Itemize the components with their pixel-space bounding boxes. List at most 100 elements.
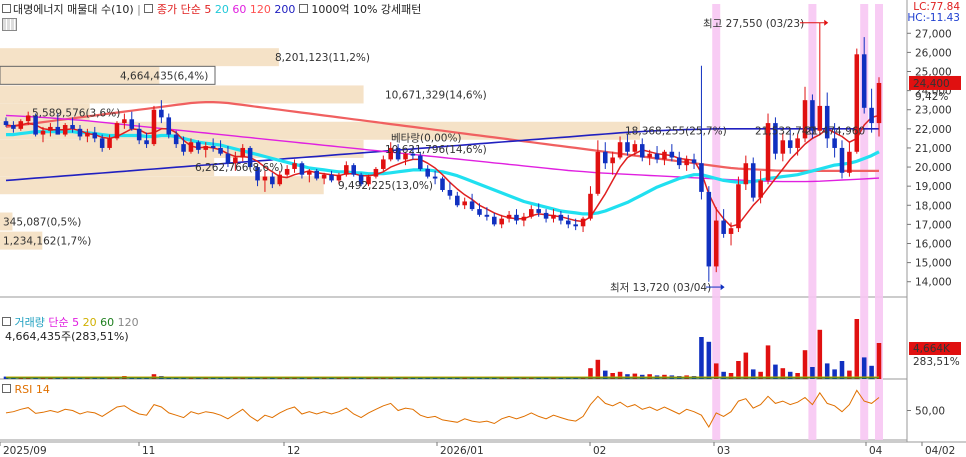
candle-body: [625, 142, 630, 152]
y-tick-label: 22,000: [915, 124, 952, 136]
candle-body: [662, 151, 667, 160]
volume-profile-label: 21,474,960: [805, 126, 865, 138]
ma-period-120: 120: [249, 3, 271, 16]
hc-label: HC:-11.43: [907, 12, 960, 24]
x-tick-label: 12: [287, 445, 300, 457]
x-tick-label: 02: [593, 445, 606, 457]
volume-bar: [839, 361, 845, 379]
candle-body: [218, 147, 223, 154]
candle-body: [210, 146, 216, 148]
y-tick-label: 16,000: [915, 238, 952, 250]
rsi-legend: RSI 14: [2, 383, 50, 396]
candle-body: [166, 117, 172, 135]
candle-body: [684, 159, 689, 166]
candle-body: [536, 209, 541, 213]
y-tick-label: 18,000: [915, 200, 952, 212]
candle-body: [713, 220, 719, 267]
candle-body: [418, 155, 423, 169]
candle-body: [602, 151, 608, 164]
candle-body: [77, 128, 83, 137]
candle-body: [129, 119, 135, 129]
candle-body: [284, 168, 290, 175]
candle-body: [676, 157, 682, 166]
volume-profile-label: 18,368,255(25,7%): [625, 126, 727, 138]
stock-chart[interactable]: 27,00026,00025,00024,00023,00022,00021,0…: [0, 0, 966, 457]
candle-body: [85, 132, 90, 137]
volume-profile-bar: [0, 85, 364, 104]
candle-body: [795, 138, 800, 148]
candle-body: [847, 151, 852, 173]
candle-body: [270, 176, 275, 185]
y-tick-label: 14,000: [915, 277, 952, 289]
stock-name-label: 대명에너지 매물대 수(10): [13, 3, 134, 16]
candle-body: [632, 144, 638, 152]
candle-body: [455, 195, 460, 206]
candle-body: [669, 151, 675, 158]
candle-body: [506, 214, 512, 219]
candle-body: [62, 125, 68, 135]
candle-body: [299, 163, 305, 175]
candle-body: [321, 174, 327, 179]
legend-square-icon: [2, 317, 11, 326]
candle-body: [565, 220, 571, 225]
candle-body: [551, 214, 556, 219]
legend-separator: |: [137, 3, 141, 16]
volume-badge-pct: 283,51%: [913, 356, 960, 368]
volume-bar: [876, 343, 882, 379]
candle-body: [25, 115, 31, 122]
volume-profile-label: 6,262,766(8,6%): [195, 162, 283, 174]
candle-body: [440, 178, 445, 190]
volume-profile-label: 10,671,329(14,6%): [385, 89, 487, 101]
candle-body: [469, 201, 475, 210]
candle-body: [499, 218, 504, 225]
candle-body: [203, 146, 209, 150]
ma-label: 종가 단순: [156, 3, 201, 16]
candle-body: [432, 176, 438, 179]
volume-bar: [817, 329, 823, 379]
candle-body: [277, 174, 283, 185]
candle-body: [832, 138, 837, 148]
candle-body: [188, 142, 194, 152]
candle-body: [462, 201, 467, 206]
candle-body: [699, 163, 704, 192]
volume-bar: [595, 359, 601, 379]
volume-bar: [706, 341, 712, 379]
candle-body: [240, 147, 246, 158]
candle-body: [750, 163, 756, 198]
candle-body: [514, 214, 519, 221]
volume-ma-5: 5: [72, 316, 80, 329]
candle-body: [122, 119, 127, 124]
rsi-title: RSI 14: [14, 383, 50, 396]
ma-period-60: 60: [232, 3, 247, 16]
y-tick-label: 26,000: [915, 47, 952, 59]
volume-profile-label: 4,664,435(6,4%): [120, 70, 208, 82]
candle-body: [114, 123, 120, 139]
candle-body: [484, 214, 490, 217]
volume-bar: [743, 352, 749, 379]
candle-body: [758, 180, 763, 198]
volume-title: 거래량: [14, 316, 45, 329]
candle-body: [144, 140, 149, 145]
volume-profile-bar: [0, 48, 279, 67]
candle-body: [92, 132, 98, 139]
candle-body: [869, 107, 874, 124]
candle-body: [780, 140, 786, 154]
candle-body: [639, 144, 645, 158]
candle-body: [307, 170, 312, 175]
candle-body: [543, 212, 549, 219]
rsi-tick-label: 50,00: [915, 406, 945, 418]
volume-profile-label: 10,621,796(14,6%): [385, 144, 487, 156]
candle-body: [521, 216, 527, 221]
x-tick-label: 11: [142, 445, 155, 457]
volume-bar: [765, 345, 771, 379]
current-change-label: 9,42%: [915, 91, 948, 103]
candle-body: [588, 193, 593, 219]
candle-body: [314, 170, 320, 179]
low-annotation: 최저 13,720 (03/04): [610, 282, 711, 294]
candle-body: [40, 130, 46, 135]
volume-ma-120: 120: [117, 316, 139, 329]
price-legend: 대명에너지 매물대 수(10) | 종가 단순 5 20 60 120 200 …: [2, 3, 421, 16]
legend-square-icon: [144, 4, 154, 13]
grid-toggle-icon[interactable]: [2, 18, 17, 31]
x-tick-label: 2026/01: [440, 445, 484, 457]
